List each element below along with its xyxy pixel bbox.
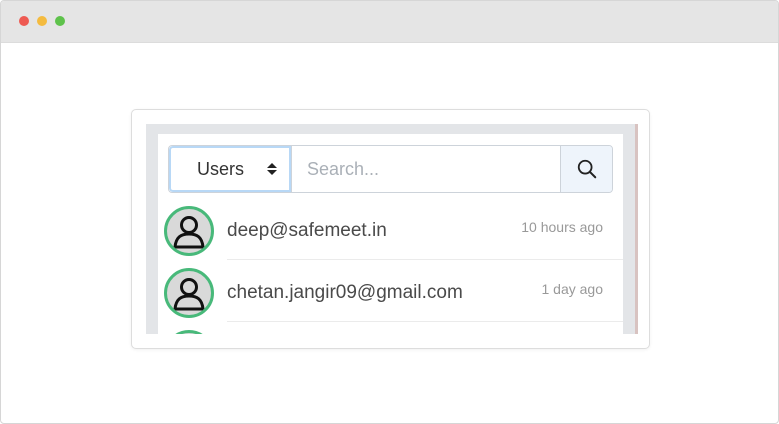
- search-input[interactable]: [292, 146, 560, 192]
- user-search-panel: Users Search... deep@safemeet.in 10 hour…: [158, 134, 623, 334]
- minimize-window-dot[interactable]: [37, 16, 47, 26]
- avatar: [164, 330, 214, 334]
- last-seen-time: 10 hours ago: [521, 219, 603, 235]
- avatar: [164, 206, 214, 256]
- user-email: chetan.jangir09@gmail.com: [227, 282, 463, 303]
- embedded-frame: Users Search... deep@safemeet.in 10 hour…: [146, 124, 638, 334]
- search-icon: [577, 159, 596, 179]
- browser-window: Users Search... deep@safemeet.in 10 hour…: [0, 0, 779, 424]
- search-bar: Users: [168, 145, 613, 193]
- user-email: deep@safemeet.in: [227, 220, 387, 241]
- user-icon: [173, 278, 205, 311]
- avatar: [164, 268, 214, 318]
- list-item[interactable]: deep@safemeet.in 10 hours ago: [158, 198, 623, 260]
- user-list: deep@safemeet.in 10 hours ago chetan.jan…: [158, 198, 623, 334]
- list-item[interactable]: chetan.jangir09@gmail.com 1 day ago: [158, 260, 623, 322]
- last-seen-time: 1 day ago: [541, 281, 604, 297]
- user-icon: [173, 216, 205, 249]
- close-window-dot[interactable]: [19, 16, 29, 26]
- search-type-select[interactable]: Users: [169, 146, 292, 192]
- list-item-partial[interactable]: [158, 322, 623, 334]
- maximize-window-dot[interactable]: [55, 16, 65, 26]
- preview-card: Users Search... deep@safemeet.in 10 hour…: [131, 109, 650, 349]
- title-bar: [1, 1, 778, 43]
- search-button[interactable]: [560, 146, 612, 192]
- sort-arrows-icon: [267, 163, 277, 175]
- search-type-value: Users: [197, 158, 245, 179]
